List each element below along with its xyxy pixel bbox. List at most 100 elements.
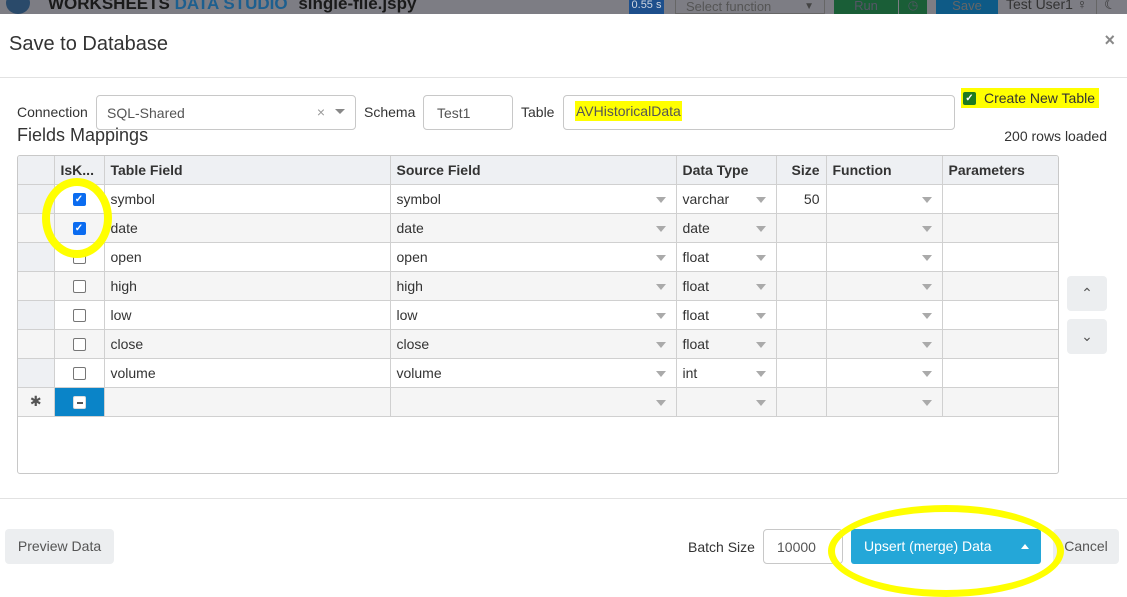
table-field-cell[interactable]: low bbox=[104, 300, 391, 330]
data-type-cell[interactable]: float bbox=[676, 271, 777, 301]
new-row-table-field-cell[interactable] bbox=[104, 387, 391, 417]
parameters-cell[interactable] bbox=[942, 184, 1058, 214]
new-row-size-cell[interactable] bbox=[776, 387, 827, 417]
dropdown-arrow-icon[interactable] bbox=[655, 370, 666, 377]
checkbox-unchecked-icon[interactable] bbox=[72, 338, 86, 352]
row-header[interactable] bbox=[18, 271, 55, 301]
new-row-function-cell[interactable] bbox=[826, 387, 943, 417]
table-input[interactable]: AVHistoricalData bbox=[563, 95, 955, 130]
run-button[interactable]: Run bbox=[834, 0, 898, 14]
dropdown-arrow-icon[interactable] bbox=[655, 399, 666, 406]
iskey-cell[interactable] bbox=[54, 358, 105, 388]
source-field-cell[interactable]: volume bbox=[390, 358, 677, 388]
data-type-cell[interactable]: varchar bbox=[676, 184, 777, 214]
user-menu[interactable]: Test User1 ♀ bbox=[1006, 0, 1087, 12]
function-cell[interactable] bbox=[826, 358, 943, 388]
dropdown-arrow-icon[interactable] bbox=[655, 225, 666, 232]
table-row[interactable]: ✓ symbol symbol varchar 50 bbox=[18, 184, 1058, 214]
data-type-cell[interactable]: float bbox=[676, 300, 777, 330]
parameters-cell[interactable] bbox=[942, 271, 1058, 301]
table-row[interactable]: close close float bbox=[18, 329, 1058, 359]
dropdown-arrow-icon[interactable] bbox=[755, 399, 766, 406]
function-select[interactable]: Select function ▼ bbox=[675, 0, 825, 14]
upsert-data-button[interactable]: Upsert (merge) Data bbox=[851, 529, 1041, 564]
new-row-data-type-cell[interactable] bbox=[676, 387, 777, 417]
clear-icon[interactable]: × bbox=[317, 104, 325, 120]
column-header-iskey[interactable]: IsK... bbox=[54, 156, 105, 185]
checkbox-unchecked-icon[interactable] bbox=[72, 309, 86, 323]
row-header[interactable] bbox=[18, 300, 55, 330]
dropdown-arrow-icon[interactable] bbox=[921, 196, 932, 203]
function-cell[interactable] bbox=[826, 184, 943, 214]
create-new-table-checkbox[interactable]: ✓ Create New Table bbox=[961, 88, 1100, 108]
size-cell[interactable] bbox=[776, 329, 827, 359]
function-cell[interactable] bbox=[826, 213, 943, 243]
column-header-source-field[interactable]: Source Field bbox=[390, 156, 677, 185]
run-options-button[interactable]: ◷ bbox=[899, 0, 927, 14]
checkbox-unchecked-icon[interactable] bbox=[72, 367, 86, 381]
dropdown-arrow-icon[interactable] bbox=[921, 254, 932, 261]
data-type-cell[interactable]: float bbox=[676, 242, 777, 272]
dropdown-arrow-icon[interactable] bbox=[921, 283, 932, 290]
source-field-cell[interactable]: date bbox=[390, 213, 677, 243]
table-field-cell[interactable]: symbol bbox=[104, 184, 391, 214]
new-row-iskey-cell[interactable] bbox=[54, 387, 105, 417]
checkbox-checked-icon[interactable]: ✓ bbox=[72, 193, 86, 207]
table-row[interactable]: high high float bbox=[18, 271, 1058, 301]
source-field-cell[interactable]: open bbox=[390, 242, 677, 272]
function-cell[interactable] bbox=[826, 329, 943, 359]
dropdown-arrow-icon[interactable] bbox=[655, 196, 666, 203]
source-field-cell[interactable]: high bbox=[390, 271, 677, 301]
source-field-cell[interactable]: close bbox=[390, 329, 677, 359]
move-up-button[interactable]: ⌃ bbox=[1067, 276, 1107, 311]
row-header[interactable] bbox=[18, 242, 55, 272]
dropdown-arrow-icon[interactable] bbox=[921, 341, 932, 348]
schema-input[interactable]: Test1 bbox=[423, 95, 513, 130]
new-row[interactable]: ✱ bbox=[18, 387, 1058, 417]
dropdown-arrow-icon[interactable] bbox=[755, 312, 766, 319]
dropdown-arrow-icon[interactable] bbox=[755, 370, 766, 377]
table-field-cell[interactable]: volume bbox=[104, 358, 391, 388]
parameters-cell[interactable] bbox=[942, 329, 1058, 359]
column-header-size[interactable]: Size bbox=[776, 156, 827, 185]
close-icon[interactable]: × bbox=[1104, 30, 1115, 51]
column-header-parameters[interactable]: Parameters bbox=[942, 156, 1058, 185]
dropdown-arrow-icon[interactable] bbox=[755, 225, 766, 232]
dropdown-arrow-icon[interactable] bbox=[755, 341, 766, 348]
table-field-cell[interactable]: open bbox=[104, 242, 391, 272]
iskey-cell[interactable] bbox=[54, 300, 105, 330]
size-cell[interactable] bbox=[776, 271, 827, 301]
column-header-data-type[interactable]: Data Type bbox=[676, 156, 777, 185]
iskey-cell[interactable] bbox=[54, 271, 105, 301]
table-row[interactable]: volume volume int bbox=[18, 358, 1058, 388]
caret-up-icon[interactable] bbox=[1021, 544, 1029, 549]
size-cell[interactable] bbox=[776, 213, 827, 243]
dropdown-arrow-icon[interactable] bbox=[755, 254, 766, 261]
iskey-cell[interactable]: ✓ bbox=[54, 213, 105, 243]
checkbox-checked-icon[interactable]: ✓ bbox=[72, 222, 86, 236]
size-cell[interactable] bbox=[776, 242, 827, 272]
dropdown-arrow-icon[interactable] bbox=[921, 370, 932, 377]
dropdown-arrow-icon[interactable] bbox=[655, 341, 666, 348]
table-field-cell[interactable]: date bbox=[104, 213, 391, 243]
parameters-cell[interactable] bbox=[942, 300, 1058, 330]
theme-toggle-icon[interactable]: ☾ bbox=[1104, 0, 1117, 13]
checkbox-unchecked-icon[interactable] bbox=[72, 251, 86, 265]
size-cell[interactable] bbox=[776, 358, 827, 388]
data-type-cell[interactable]: int bbox=[676, 358, 777, 388]
iskey-cell[interactable] bbox=[54, 329, 105, 359]
row-header[interactable] bbox=[18, 329, 55, 359]
iskey-cell[interactable]: ✓ bbox=[54, 184, 105, 214]
table-row[interactable]: low low float bbox=[18, 300, 1058, 330]
checkbox-checked-icon[interactable]: ✓ bbox=[963, 91, 976, 105]
source-field-cell[interactable]: symbol bbox=[390, 184, 677, 214]
table-field-cell[interactable]: close bbox=[104, 329, 391, 359]
dropdown-arrow-icon[interactable] bbox=[655, 312, 666, 319]
data-type-cell[interactable]: date bbox=[676, 213, 777, 243]
parameters-cell[interactable] bbox=[942, 213, 1058, 243]
dropdown-arrow-icon[interactable] bbox=[655, 254, 666, 261]
row-header[interactable] bbox=[18, 184, 55, 214]
table-row[interactable]: ✓ date date date bbox=[18, 213, 1058, 243]
function-cell[interactable] bbox=[826, 271, 943, 301]
iskey-cell[interactable] bbox=[54, 242, 105, 272]
